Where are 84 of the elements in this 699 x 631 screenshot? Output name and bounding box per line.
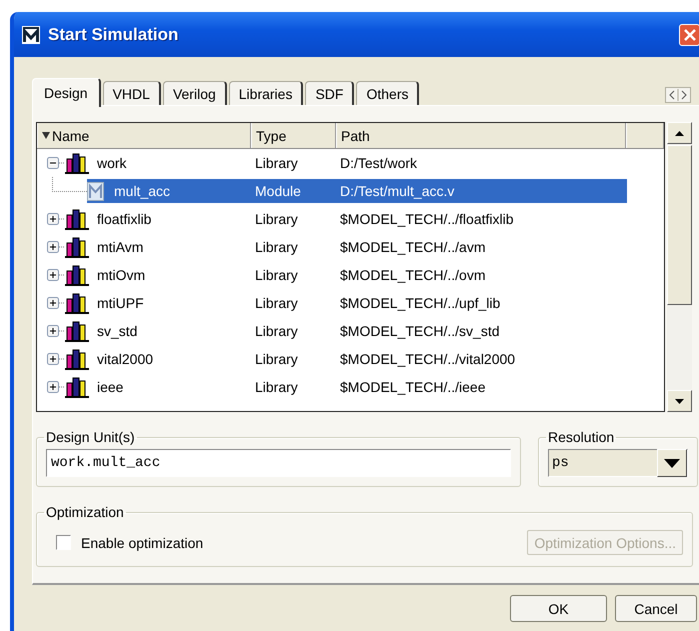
scroll-down-button[interactable] bbox=[667, 390, 692, 412]
library-icon bbox=[65, 151, 89, 175]
close-button[interactable] bbox=[679, 24, 699, 46]
ok-button[interactable]: OK bbox=[510, 595, 607, 622]
path-cell-text: $MODEL_TECH/../avm bbox=[339, 239, 486, 255]
tree-row[interactable]: mtiOvm Library $MODEL_TECH/../ovm bbox=[65, 263, 627, 287]
sort-icon[interactable] bbox=[42, 131, 50, 140]
library-icon bbox=[65, 235, 89, 259]
expand-icon[interactable] bbox=[47, 269, 65, 281]
tab[interactable]: SDF bbox=[305, 81, 354, 105]
design-unit-field[interactable]: work.mult_acc bbox=[46, 449, 511, 477]
path-cell-text: $MODEL_TECH/../vital2000 bbox=[339, 351, 516, 367]
cancel-button[interactable]: Cancel bbox=[615, 595, 697, 622]
tab[interactable]: Libraries bbox=[228, 81, 304, 105]
path-cell-text: D:/Test/work bbox=[339, 155, 418, 171]
tree-row[interactable]: floatfixlib Library $MODEL_TECH/../floatfixlib bbox=[65, 207, 627, 231]
dropdown-arrow-icon bbox=[664, 458, 680, 468]
path-cell-text: $MODEL_TECH/../upf_lib bbox=[339, 295, 500, 311]
type-cell-text: Library bbox=[254, 379, 299, 395]
tree-row[interactable]: ieee Library $MODEL_TECH/../ieee bbox=[65, 375, 627, 399]
window-title: Start Simulation bbox=[48, 24, 178, 44]
checkbox[interactable] bbox=[56, 535, 71, 550]
tab[interactable]: Verilog bbox=[162, 81, 227, 105]
type-cell-text: Library bbox=[254, 351, 299, 367]
name-cell-text: ieee bbox=[97, 379, 124, 395]
expand-icon[interactable] bbox=[47, 325, 65, 337]
tab[interactable]: VHDL bbox=[102, 81, 161, 105]
checkbox-label[interactable]: Enable optimization bbox=[81, 534, 204, 550]
expand-icon[interactable] bbox=[47, 297, 65, 309]
tree-row[interactable]: mtiUPF Library $MODEL_TECH/../upf_lib bbox=[65, 291, 627, 315]
library-icon bbox=[65, 347, 89, 371]
tree-row[interactable]: sv_std Library $MODEL_TECH/../sv_std bbox=[65, 319, 627, 343]
library-icon bbox=[65, 263, 89, 287]
tab[interactable]: Design bbox=[32, 78, 101, 107]
tree-row[interactable]: work Library D:/Test/work bbox=[65, 151, 627, 175]
path-cell-text: $MODEL_TECH/../ovm bbox=[339, 267, 486, 283]
name-cell-text: floatfixlib bbox=[97, 211, 152, 227]
type-cell-text: Library bbox=[254, 267, 299, 283]
column-header[interactable]: Type bbox=[256, 128, 286, 144]
column-header[interactable]: Name bbox=[52, 128, 90, 144]
scroll-thumb[interactable] bbox=[667, 145, 692, 305]
module-icon bbox=[87, 182, 104, 200]
type-cell-text: Library bbox=[254, 239, 299, 255]
expand-icon[interactable] bbox=[47, 241, 65, 253]
scroll-up-button[interactable] bbox=[667, 122, 692, 144]
library-icon bbox=[65, 319, 89, 343]
path-cell-text: D:/Test/mult_acc.v bbox=[339, 183, 454, 199]
type-cell-text: Module bbox=[254, 183, 302, 199]
expand-icon[interactable] bbox=[47, 353, 65, 365]
name-cell-text: mult_acc bbox=[114, 183, 172, 199]
type-cell-text: Library bbox=[254, 211, 299, 227]
library-icon bbox=[65, 291, 89, 315]
logo-icon bbox=[22, 26, 40, 44]
type-cell-text: Library bbox=[254, 155, 299, 171]
tab[interactable]: Others bbox=[356, 81, 420, 105]
resolution-dropdown[interactable]: ps bbox=[548, 449, 688, 477]
expand-icon[interactable] bbox=[47, 213, 65, 225]
name-cell-text: work bbox=[97, 155, 128, 171]
path-cell-text: $MODEL_TECH/../floatfixlib bbox=[339, 211, 514, 227]
close-icon bbox=[682, 28, 696, 42]
name-cell-text: mtiOvm bbox=[97, 267, 146, 283]
collapse-icon[interactable] bbox=[47, 157, 65, 169]
name-cell-text: mtiUPF bbox=[97, 295, 145, 311]
down-arrow-icon bbox=[675, 398, 684, 404]
scrollbar[interactable] bbox=[667, 122, 692, 412]
group-label: Optimization bbox=[45, 504, 125, 520]
tree-row[interactable]: mult_acc Module D:/Test/mult_acc.v bbox=[87, 179, 627, 203]
library-icon bbox=[65, 375, 89, 399]
name-cell-text: vital2000 bbox=[97, 351, 154, 367]
path-cell-text: $MODEL_TECH/../sv_std bbox=[339, 323, 500, 339]
expand-icon[interactable] bbox=[47, 381, 65, 393]
path-cell-text: $MODEL_TECH/../ieee bbox=[339, 379, 486, 395]
scroll-arrows-icon[interactable] bbox=[665, 87, 691, 103]
library-icon bbox=[65, 207, 89, 231]
up-arrow-icon bbox=[675, 130, 684, 136]
name-cell-text: sv_std bbox=[97, 323, 138, 339]
tree-row[interactable]: mtiAvm Library $MODEL_TECH/../avm bbox=[65, 235, 627, 259]
group-label: Design Unit(s) bbox=[45, 429, 136, 445]
type-cell-text: Library bbox=[254, 323, 299, 339]
name-cell-text: mtiAvm bbox=[97, 239, 144, 255]
type-cell-text: Library bbox=[254, 295, 299, 311]
tree-row[interactable]: vital2000 Library $MODEL_TECH/../vital2000 bbox=[65, 347, 627, 371]
group-label: Resolution bbox=[547, 429, 616, 445]
column-header[interactable]: Path bbox=[341, 128, 370, 144]
